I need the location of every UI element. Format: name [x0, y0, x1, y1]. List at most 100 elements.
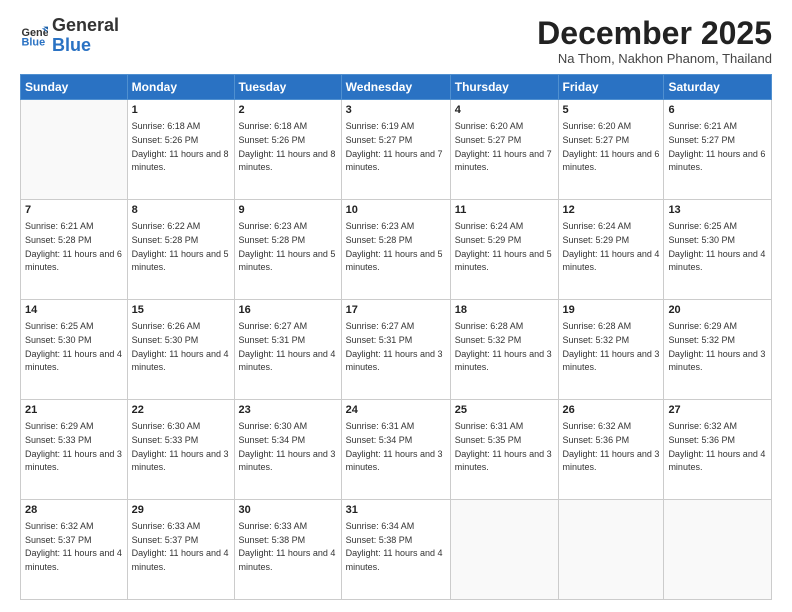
calendar-day-cell: 11Sunrise: 6:24 AMSunset: 5:29 PMDayligh…: [450, 200, 558, 300]
day-number: 24: [346, 403, 446, 418]
day-info: Sunrise: 6:25 AMSunset: 5:30 PMDaylight:…: [25, 321, 122, 372]
location: Na Thom, Nakhon Phanom, Thailand: [537, 51, 772, 66]
calendar-week-row: 28 Sunrise: 6:32 AMSunset: 5:37 PMDayligh…: [21, 500, 772, 600]
header: General Blue General Blue December 2025 …: [20, 16, 772, 66]
day-info: Sunrise: 6:33 AMSunset: 5:37 PMDaylight:…: [132, 521, 229, 572]
day-number: 16: [239, 303, 337, 318]
day-number: 19: [563, 303, 660, 318]
day-number: 14: [25, 303, 123, 318]
calendar-day-cell: 9 Sunrise: 6:23 AMSunset: 5:28 PMDaylight…: [234, 200, 341, 300]
day-info: Sunrise: 6:29 AMSunset: 5:32 PMDaylight:…: [668, 321, 765, 372]
svg-text:Blue: Blue: [22, 36, 46, 48]
day-info: Sunrise: 6:23 AMSunset: 5:28 PMDaylight:…: [346, 221, 443, 272]
day-info: Sunrise: 6:30 AMSunset: 5:33 PMDaylight:…: [132, 421, 229, 472]
day-info: Sunrise: 6:32 AMSunset: 5:36 PMDaylight:…: [563, 421, 660, 472]
calendar-page: General Blue General Blue December 2025 …: [0, 0, 792, 612]
calendar-day-cell: 17Sunrise: 6:27 AMSunset: 5:31 PMDayligh…: [341, 300, 450, 400]
calendar-day-cell: 15Sunrise: 6:26 AMSunset: 5:30 PMDayligh…: [127, 300, 234, 400]
day-info: Sunrise: 6:22 AMSunset: 5:28 PMDaylight:…: [132, 221, 229, 272]
calendar-day-cell: [664, 500, 772, 600]
calendar-header-row: SundayMondayTuesdayWednesdayThursdayFrid…: [21, 75, 772, 100]
calendar-day-cell: 10 Sunrise: 6:23 AMSunset: 5:28 PMDayligh…: [341, 200, 450, 300]
calendar-week-row: 14 Sunrise: 6:25 AMSunset: 5:30 PMDayligh…: [21, 300, 772, 400]
day-number: 28: [25, 503, 123, 518]
day-info: Sunrise: 6:33 AMSunset: 5:38 PMDaylight:…: [239, 521, 336, 572]
day-info: Sunrise: 6:28 AMSunset: 5:32 PMDaylight:…: [455, 321, 552, 372]
day-number: 5: [563, 103, 660, 118]
day-info: Sunrise: 6:27 AMSunset: 5:31 PMDaylight:…: [346, 321, 443, 372]
day-info: Sunrise: 6:21 AMSunset: 5:28 PMDaylight:…: [25, 221, 122, 272]
day-info: Sunrise: 6:31 AMSunset: 5:35 PMDaylight:…: [455, 421, 552, 472]
calendar-day-cell: 31 Sunrise: 6:34 AMSunset: 5:38 PMDayligh…: [341, 500, 450, 600]
calendar-day-cell: 19 Sunrise: 6:28 AMSunset: 5:32 PMDayligh…: [558, 300, 664, 400]
day-info: Sunrise: 6:23 AMSunset: 5:28 PMDaylight:…: [239, 221, 336, 272]
logo-general: General: [52, 16, 119, 36]
day-number: 20: [668, 303, 767, 318]
day-info: Sunrise: 6:34 AMSunset: 5:38 PMDaylight:…: [346, 521, 443, 572]
day-number: 26: [563, 403, 660, 418]
calendar-day-cell: 28 Sunrise: 6:32 AMSunset: 5:37 PMDayligh…: [21, 500, 128, 600]
calendar-day-cell: 8 Sunrise: 6:22 AMSunset: 5:28 PMDaylight…: [127, 200, 234, 300]
day-number: 9: [239, 203, 337, 218]
calendar-day-cell: 20 Sunrise: 6:29 AMSunset: 5:32 PMDayligh…: [664, 300, 772, 400]
day-info: Sunrise: 6:20 AMSunset: 5:27 PMDaylight:…: [563, 121, 660, 172]
day-of-week-header: Thursday: [450, 75, 558, 100]
day-info: Sunrise: 6:19 AMSunset: 5:27 PMDaylight:…: [346, 121, 443, 172]
calendar-day-cell: [450, 500, 558, 600]
calendar-day-cell: [558, 500, 664, 600]
day-number: 18: [455, 303, 554, 318]
calendar-day-cell: 21 Sunrise: 6:29 AMSunset: 5:33 PMDayligh…: [21, 400, 128, 500]
day-of-week-header: Monday: [127, 75, 234, 100]
day-of-week-header: Saturday: [664, 75, 772, 100]
calendar-week-row: 21 Sunrise: 6:29 AMSunset: 5:33 PMDayligh…: [21, 400, 772, 500]
day-info: Sunrise: 6:31 AMSunset: 5:34 PMDaylight:…: [346, 421, 443, 472]
day-number: 22: [132, 403, 230, 418]
day-of-week-header: Friday: [558, 75, 664, 100]
logo: General Blue General Blue: [20, 16, 119, 56]
day-info: Sunrise: 6:32 AMSunset: 5:36 PMDaylight:…: [668, 421, 765, 472]
day-number: 7: [25, 203, 123, 218]
day-number: 29: [132, 503, 230, 518]
day-number: 30: [239, 503, 337, 518]
day-info: Sunrise: 6:18 AMSunset: 5:26 PMDaylight:…: [239, 121, 336, 172]
day-info: Sunrise: 6:24 AMSunset: 5:29 PMDaylight:…: [563, 221, 660, 272]
day-info: Sunrise: 6:29 AMSunset: 5:33 PMDaylight:…: [25, 421, 122, 472]
day-info: Sunrise: 6:27 AMSunset: 5:31 PMDaylight:…: [239, 321, 336, 372]
day-of-week-header: Tuesday: [234, 75, 341, 100]
day-number: 15: [132, 303, 230, 318]
day-number: 8: [132, 203, 230, 218]
calendar-day-cell: 23Sunrise: 6:30 AMSunset: 5:34 PMDayligh…: [234, 400, 341, 500]
calendar-day-cell: [21, 100, 128, 200]
logo-text: General Blue: [52, 16, 119, 56]
calendar-day-cell: 18 Sunrise: 6:28 AMSunset: 5:32 PMDayligh…: [450, 300, 558, 400]
day-number: 31: [346, 503, 446, 518]
logo-blue: Blue: [52, 36, 119, 56]
month-title: December 2025: [537, 16, 772, 51]
calendar-day-cell: 22 Sunrise: 6:30 AMSunset: 5:33 PMDayligh…: [127, 400, 234, 500]
calendar-day-cell: 2 Sunrise: 6:18 AMSunset: 5:26 PMDaylight…: [234, 100, 341, 200]
calendar-table: SundayMondayTuesdayWednesdayThursdayFrid…: [20, 74, 772, 600]
calendar-day-cell: 14 Sunrise: 6:25 AMSunset: 5:30 PMDayligh…: [21, 300, 128, 400]
calendar-week-row: 7 Sunrise: 6:21 AMSunset: 5:28 PMDaylight…: [21, 200, 772, 300]
day-number: 2: [239, 103, 337, 118]
day-info: Sunrise: 6:32 AMSunset: 5:37 PMDaylight:…: [25, 521, 122, 572]
calendar-day-cell: 7 Sunrise: 6:21 AMSunset: 5:28 PMDaylight…: [21, 200, 128, 300]
day-info: Sunrise: 6:18 AMSunset: 5:26 PMDaylight:…: [132, 121, 229, 172]
day-info: Sunrise: 6:21 AMSunset: 5:27 PMDaylight:…: [668, 121, 765, 172]
day-number: 3: [346, 103, 446, 118]
day-info: Sunrise: 6:20 AMSunset: 5:27 PMDaylight:…: [455, 121, 552, 172]
calendar-day-cell: 16 Sunrise: 6:27 AMSunset: 5:31 PMDayligh…: [234, 300, 341, 400]
day-info: Sunrise: 6:30 AMSunset: 5:34 PMDaylight:…: [239, 421, 336, 472]
day-number: 12: [563, 203, 660, 218]
day-number: 13: [668, 203, 767, 218]
day-number: 21: [25, 403, 123, 418]
calendar-day-cell: 29 Sunrise: 6:33 AMSunset: 5:37 PMDayligh…: [127, 500, 234, 600]
calendar-day-cell: 13Sunrise: 6:25 AMSunset: 5:30 PMDayligh…: [664, 200, 772, 300]
day-number: 25: [455, 403, 554, 418]
day-of-week-header: Wednesday: [341, 75, 450, 100]
calendar-day-cell: 12 Sunrise: 6:24 AMSunset: 5:29 PMDayligh…: [558, 200, 664, 300]
day-number: 10: [346, 203, 446, 218]
day-number: 27: [668, 403, 767, 418]
day-info: Sunrise: 6:28 AMSunset: 5:32 PMDaylight:…: [563, 321, 660, 372]
calendar-week-row: 1Sunrise: 6:18 AMSunset: 5:26 PMDaylight…: [21, 100, 772, 200]
